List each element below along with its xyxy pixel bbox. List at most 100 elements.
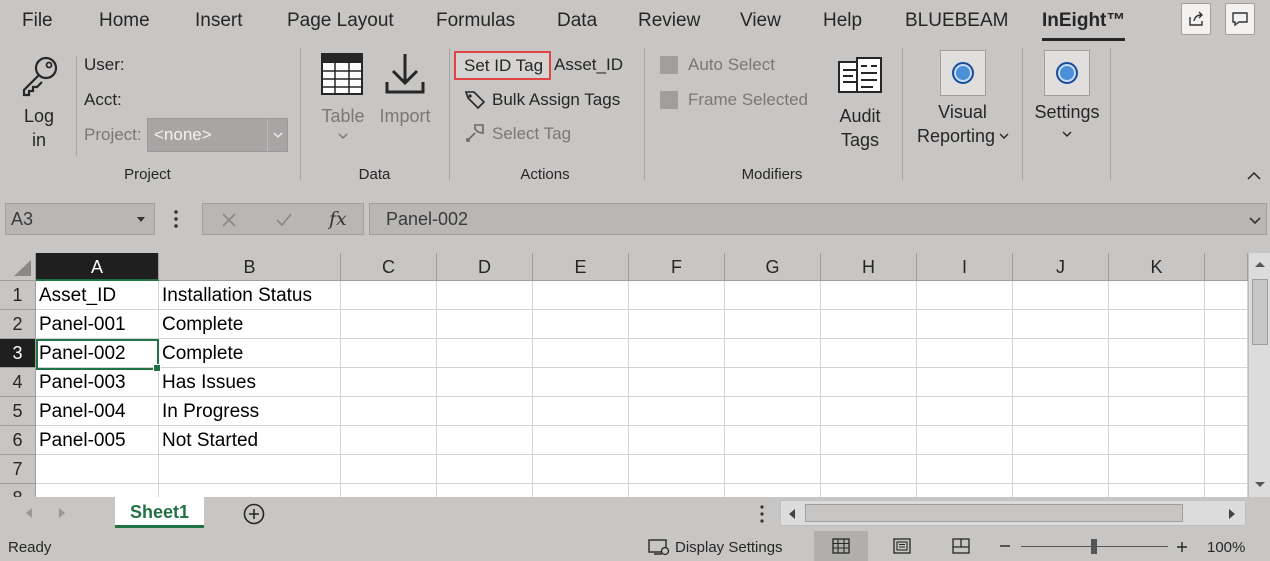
cell[interactable] (1205, 426, 1248, 455)
cell[interactable] (1205, 310, 1248, 339)
cell[interactable] (629, 281, 725, 310)
tab-ineight[interactable]: InEight™ (1042, 10, 1126, 41)
auto-select-checkbox[interactable]: Auto Select (660, 54, 800, 80)
import-button[interactable]: Import (376, 52, 434, 132)
cell[interactable] (1109, 368, 1205, 397)
cancel-icon[interactable] (221, 212, 237, 228)
cell[interactable]: Panel-005 (36, 426, 159, 455)
cell[interactable] (1013, 368, 1109, 397)
cell-area[interactable]: Asset_ID Installation Status Panel-001 Comp… (0, 253, 1248, 497)
cell[interactable] (1013, 281, 1109, 310)
cell[interactable]: Panel-004 (36, 397, 159, 426)
name-box[interactable]: A3 (5, 203, 155, 235)
settings-button[interactable]: Settings (1032, 50, 1102, 150)
cell[interactable] (629, 368, 725, 397)
cell[interactable] (437, 455, 533, 484)
tab-insert[interactable]: Insert (195, 10, 243, 32)
collapse-ribbon-icon[interactable] (1246, 170, 1262, 182)
cell[interactable] (159, 484, 341, 497)
cell[interactable] (1013, 397, 1109, 426)
scroll-down-icon[interactable] (1254, 480, 1266, 490)
cell[interactable]: In Progress (159, 397, 341, 426)
add-sheet-icon[interactable] (242, 502, 266, 526)
display-settings-button[interactable]: Display Settings (648, 536, 793, 558)
tab-review[interactable]: Review (638, 10, 700, 32)
cell[interactable] (1013, 455, 1109, 484)
cell[interactable] (1205, 397, 1248, 426)
cell[interactable] (725, 281, 821, 310)
cell[interactable] (821, 484, 917, 497)
cell[interactable] (1109, 310, 1205, 339)
cell[interactable] (917, 339, 1013, 368)
cell[interactable] (341, 339, 437, 368)
cell[interactable] (821, 339, 917, 368)
tab-data[interactable]: Data (557, 10, 597, 32)
cell[interactable] (629, 397, 725, 426)
cell[interactable] (159, 455, 341, 484)
cell[interactable] (725, 339, 821, 368)
cell[interactable] (917, 368, 1013, 397)
tab-help[interactable]: Help (823, 10, 862, 32)
cell[interactable] (725, 426, 821, 455)
cell[interactable] (1013, 484, 1109, 497)
prev-sheet-icon[interactable] (24, 507, 34, 519)
cell[interactable] (821, 455, 917, 484)
cell[interactable] (341, 368, 437, 397)
check-icon[interactable] (275, 212, 293, 228)
cell[interactable] (629, 339, 725, 368)
sheet-tab-sheet1[interactable]: Sheet1 (115, 497, 204, 528)
vertical-scroll-thumb[interactable] (1252, 279, 1268, 345)
cell[interactable] (533, 484, 629, 497)
zoom-out-icon[interactable] (998, 540, 1012, 552)
cell[interactable] (917, 426, 1013, 455)
cell[interactable] (1205, 281, 1248, 310)
cell[interactable] (1205, 484, 1248, 497)
cell[interactable] (437, 339, 533, 368)
cell[interactable] (1109, 281, 1205, 310)
bulk-assign-tags-button[interactable]: Bulk Assign Tags (464, 86, 634, 114)
cell[interactable]: Not Started (159, 426, 341, 455)
formula-input[interactable]: Panel-002 (369, 203, 1267, 235)
cell[interactable] (1109, 426, 1205, 455)
cell[interactable] (917, 397, 1013, 426)
cell[interactable] (1109, 339, 1205, 368)
cell[interactable] (36, 484, 159, 497)
scroll-up-icon[interactable] (1254, 259, 1266, 269)
cell[interactable] (821, 281, 917, 310)
cell[interactable] (533, 426, 629, 455)
cell[interactable] (437, 368, 533, 397)
cell[interactable] (1109, 455, 1205, 484)
cell[interactable] (725, 455, 821, 484)
expand-formula-icon[interactable] (1248, 216, 1262, 226)
project-select[interactable]: <none> (147, 118, 288, 152)
cell[interactable] (1013, 339, 1109, 368)
select-tag-button[interactable]: Select Tag (464, 120, 634, 148)
spreadsheet-grid[interactable]: A B C D E F G H I J K 1 2 3 4 5 6 7 8 As… (0, 253, 1270, 497)
comments-button[interactable] (1225, 3, 1255, 35)
cell[interactable] (341, 397, 437, 426)
cell[interactable] (341, 455, 437, 484)
cell[interactable]: Installation Status (159, 281, 341, 310)
share-button[interactable] (1181, 3, 1211, 35)
tab-home[interactable]: Home (99, 10, 150, 32)
cell[interactable] (341, 426, 437, 455)
cell[interactable] (1013, 310, 1109, 339)
cell[interactable] (821, 426, 917, 455)
tab-view[interactable]: View (740, 10, 781, 32)
cell[interactable] (341, 484, 437, 497)
page-layout-view-icon[interactable] (893, 538, 911, 554)
login-button[interactable]: Log in (14, 54, 64, 154)
scroll-right-icon[interactable] (1227, 508, 1237, 520)
cell[interactable] (36, 455, 159, 484)
cell[interactable]: Panel-003 (36, 368, 159, 397)
cell[interactable] (1205, 368, 1248, 397)
table-button[interactable]: Table (316, 52, 370, 152)
tab-page-layout[interactable]: Page Layout (287, 10, 394, 32)
zoom-in-icon[interactable] (1175, 540, 1189, 554)
cell[interactable] (533, 455, 629, 484)
cell[interactable]: Complete (159, 310, 341, 339)
cell[interactable] (917, 281, 1013, 310)
cell[interactable] (725, 310, 821, 339)
zoom-level[interactable]: 100% (1207, 539, 1245, 556)
cell[interactable] (533, 368, 629, 397)
